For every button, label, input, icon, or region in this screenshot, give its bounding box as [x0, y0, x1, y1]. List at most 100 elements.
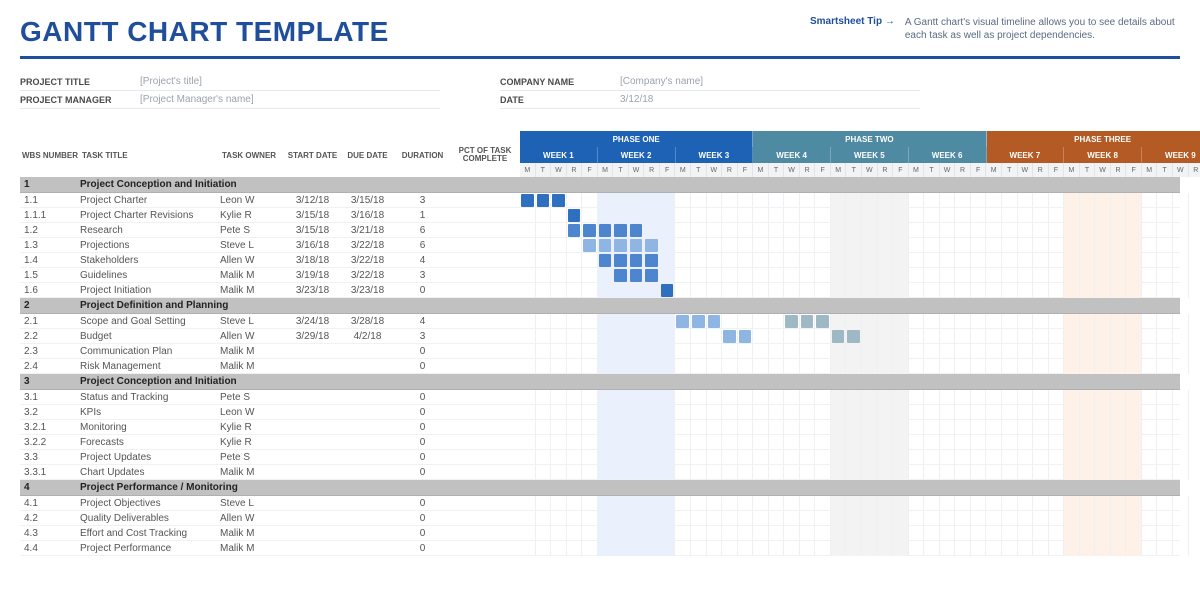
gantt-cell [769, 390, 785, 405]
gantt-cell [1095, 511, 1111, 526]
day-header: M [753, 163, 769, 177]
gantt-cell [846, 283, 862, 298]
gantt-cell [644, 541, 660, 556]
gantt-cell [1111, 253, 1127, 268]
meta-value[interactable]: [Company's name] [620, 76, 703, 87]
gantt-cell [520, 420, 536, 435]
gantt-cell [862, 420, 878, 435]
gantt-cell [831, 496, 847, 511]
week-header: WEEK 3 [676, 147, 754, 163]
gantt-cell [1142, 405, 1158, 420]
cell-title: Forecasts [80, 437, 220, 448]
gantt-cell [567, 390, 583, 405]
gantt-cell [598, 405, 614, 420]
gantt-cell [800, 359, 816, 374]
gantt-cell [722, 450, 738, 465]
gantt-cell [940, 496, 956, 511]
gantt-cell [784, 208, 800, 223]
gantt-cell [800, 511, 816, 526]
day-header: R [800, 163, 816, 177]
gantt-cell [598, 253, 614, 268]
gantt-cell [955, 238, 971, 253]
day-header: W [1095, 163, 1111, 177]
cell-wbs: 1.5 [20, 270, 80, 281]
gantt-bar [739, 330, 752, 343]
gantt-cell [909, 496, 925, 511]
gantt-cell [1080, 420, 1096, 435]
gantt-cell [955, 268, 971, 283]
gantt-cell [722, 465, 738, 480]
gantt-cell [551, 329, 567, 344]
gantt-cell [1080, 223, 1096, 238]
cell-duration: 0 [395, 467, 450, 478]
gantt-cell [909, 390, 925, 405]
gantt-bar [537, 194, 550, 207]
gantt-cell [598, 435, 614, 450]
gantt-cell [1033, 193, 1049, 208]
gantt-cell [1018, 329, 1034, 344]
gantt-bar [785, 315, 798, 328]
gantt-cell [551, 283, 567, 298]
gantt-cell [1002, 283, 1018, 298]
gantt-cell [613, 359, 629, 374]
gantt-cell [1126, 450, 1142, 465]
cell-due: 3/23/18 [340, 285, 395, 296]
gantt-cell [675, 526, 691, 541]
gantt-cell [971, 465, 987, 480]
gantt-cell [675, 223, 691, 238]
meta-value[interactable]: 3/12/18 [620, 94, 653, 105]
gantt-cell [971, 268, 987, 283]
gantt-cell [1189, 390, 1200, 405]
gantt-cell [986, 329, 1002, 344]
gantt-cell [1142, 223, 1158, 238]
cell-owner: Allen W [220, 331, 285, 342]
gantt-cell [862, 511, 878, 526]
gantt-cell [862, 208, 878, 223]
cell-duration: 0 [395, 513, 450, 524]
gantt-cell [613, 223, 629, 238]
gantt-cell [1080, 283, 1096, 298]
week-header: WEEK 5 [831, 147, 909, 163]
gantt-cell [536, 193, 552, 208]
gantt-cell [722, 283, 738, 298]
gantt-cell [1142, 314, 1158, 329]
meta-value[interactable]: [Project's title] [140, 76, 202, 87]
gantt-cell [971, 435, 987, 450]
gantt-cell [598, 193, 614, 208]
gantt-cell [1126, 223, 1142, 238]
cell-due: 3/22/18 [340, 255, 395, 266]
cell-duration: 0 [395, 452, 450, 463]
day-header: T [846, 163, 862, 177]
cell-wbs: 3.2.1 [20, 422, 80, 433]
gantt-cell [722, 405, 738, 420]
meta-label: COMPANY NAME [500, 77, 620, 87]
cell-start: 3/18/18 [285, 255, 340, 266]
gantt-cell [784, 314, 800, 329]
tip-text: A Gantt chart's visual timeline allows y… [905, 16, 1180, 42]
gantt-cell [1189, 526, 1200, 541]
task-row: 4.2Quality DeliverablesAllen W00% [20, 511, 1180, 526]
meta-label: PROJECT MANAGER [20, 95, 140, 105]
gantt-cell [955, 359, 971, 374]
cell-owner: Pete S [220, 392, 285, 403]
gantt-cell [940, 329, 956, 344]
day-header: T [613, 163, 629, 177]
gantt-cell [769, 253, 785, 268]
gantt-cell [909, 329, 925, 344]
section-wbs: 2 [20, 300, 80, 311]
gantt-cell [582, 253, 598, 268]
gantt-cell [1173, 496, 1189, 511]
week-header: WEEK 7 [987, 147, 1065, 163]
gantt-cell [1080, 390, 1096, 405]
gantt-cell [1080, 496, 1096, 511]
gantt-cell [815, 420, 831, 435]
gantt-cell [707, 465, 723, 480]
meta-value[interactable]: [Project Manager's name] [140, 94, 254, 105]
day-header: T [691, 163, 707, 177]
cell-title: Scope and Goal Setting [80, 316, 220, 327]
cell-duration: 0 [395, 392, 450, 403]
gantt-cell [769, 541, 785, 556]
cell-title: Risk Management [80, 361, 220, 372]
gantt-cell [1064, 420, 1080, 435]
gantt-cell [955, 496, 971, 511]
